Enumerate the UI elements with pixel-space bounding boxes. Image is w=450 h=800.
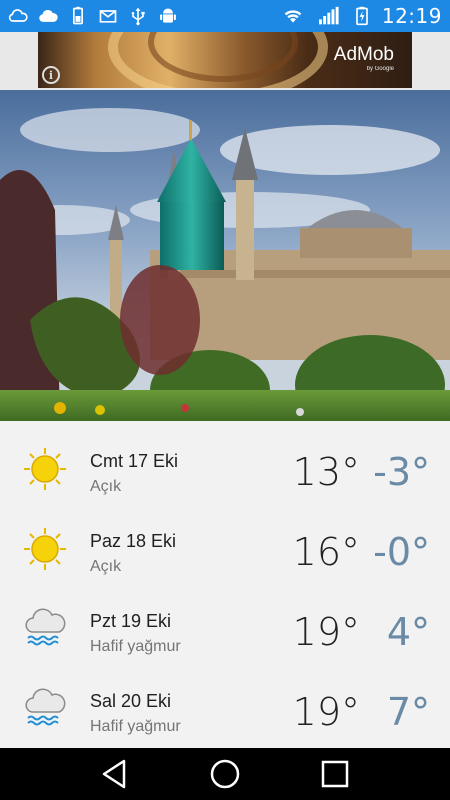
- ad-area: i AdMob by Google: [0, 32, 450, 90]
- admob-byline: by Google: [366, 66, 394, 72]
- recents-button[interactable]: [315, 754, 355, 794]
- admob-brand: AdMob: [333, 44, 394, 65]
- forecast-date: Sal 20 Eki: [90, 691, 172, 711]
- low-temperature: -0°: [373, 530, 430, 574]
- sun-icon: [22, 446, 68, 492]
- forecast-row[interactable]: Sal 20 Eki Hafif yağmur 19° 7°: [0, 668, 450, 748]
- forecast-list: Cmt 17 Eki Açık 13° -3° Paz 18 Eki Açık …: [0, 421, 450, 748]
- high-temperature: 19°: [292, 690, 360, 734]
- usb-icon: [128, 6, 148, 26]
- forecast-row[interactable]: Pzt 19 Eki Hafif yağmur 19° 4°: [0, 588, 450, 668]
- forecast-condition: Açık: [90, 478, 122, 495]
- sun-icon: [22, 526, 68, 572]
- high-temperature: 16°: [292, 530, 360, 574]
- low-temperature: 7°: [386, 690, 430, 734]
- battery-usb-icon: [68, 6, 88, 26]
- home-button[interactable]: [205, 754, 245, 794]
- forecast-condition: Hafif yağmur: [90, 718, 181, 735]
- back-button[interactable]: [95, 754, 135, 794]
- forecast-date: Pzt 19 Eki: [90, 611, 172, 631]
- notification-icons: [8, 6, 178, 26]
- forecast-condition: Açık: [90, 558, 122, 575]
- email-icon: [98, 6, 118, 26]
- wifi-icon: [280, 6, 306, 26]
- ad-banner[interactable]: i AdMob by Google: [38, 32, 412, 88]
- back-icon: [102, 759, 126, 789]
- low-temperature: -3°: [373, 450, 430, 494]
- high-temperature: 13°: [292, 450, 360, 494]
- home-icon: [210, 759, 240, 789]
- city-photo: [0, 90, 450, 421]
- cloud-icon: [8, 6, 28, 26]
- high-temperature: 19°: [292, 610, 360, 654]
- clock: 12:19: [381, 4, 442, 28]
- light-rain-icon: [22, 606, 68, 652]
- ad-info-icon[interactable]: i: [42, 66, 60, 84]
- forecast-row[interactable]: Cmt 17 Eki Açık 13° -3°: [0, 428, 450, 508]
- admob-logo: AdMob by Google: [334, 44, 394, 72]
- recents-icon: [321, 760, 349, 788]
- forecast-date: Paz 18 Eki: [90, 531, 177, 551]
- forecast-date: Cmt 17 Eki: [90, 451, 179, 471]
- low-temperature: 4°: [386, 610, 430, 654]
- navigation-bar: [0, 748, 450, 800]
- weather-cloud-icon: [38, 6, 58, 26]
- battery-charging-icon: [352, 6, 372, 26]
- status-bar: 12:19: [0, 0, 450, 32]
- android-debug-icon: [158, 6, 178, 26]
- forecast-condition: Hafif yağmur: [90, 638, 181, 655]
- forecast-row[interactable]: Paz 18 Eki Açık 16° -0°: [0, 508, 450, 588]
- system-icons: 12:19: [280, 4, 442, 28]
- light-rain-icon: [22, 686, 68, 732]
- signal-icon: [316, 6, 342, 26]
